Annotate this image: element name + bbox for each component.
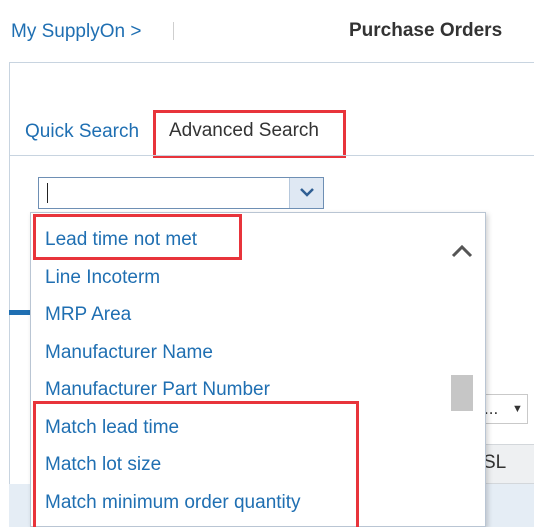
page-title: Purchase Orders (349, 20, 503, 41)
caret-down-icon: ▼ (512, 403, 523, 415)
chevron-down-icon (300, 188, 314, 197)
tab-divider (10, 155, 534, 156)
chevron-up-icon (451, 244, 473, 258)
text-caret (47, 183, 48, 203)
search-field-combobox[interactable] (38, 177, 324, 209)
tab-quick-search[interactable]: Quick Search (25, 121, 139, 143)
dropdown-item[interactable]: MRP Area (45, 304, 131, 326)
highlight-lead-time-not-met (33, 214, 242, 260)
dropdown-item[interactable]: Line Incoterm (45, 267, 160, 289)
page-size-value: ... (484, 399, 499, 418)
combobox-toggle-button[interactable] (289, 178, 323, 208)
highlight-match-items (33, 401, 359, 527)
scroll-up-button[interactable] (450, 243, 476, 267)
dropdown-item[interactable]: Manufacturer Part Number (45, 379, 270, 401)
breadcrumb-divider (173, 22, 174, 40)
page-size-select[interactable]: ... ▼ (481, 394, 528, 424)
top-bar: My SupplyOn > Purchase Orders (0, 0, 534, 62)
dropdown-item[interactable]: Manufacturer Name (45, 342, 213, 364)
highlight-advanced-search (153, 110, 346, 158)
breadcrumb-my-supplyon[interactable]: My SupplyOn > (11, 21, 141, 43)
scrollbar-thumb[interactable] (451, 375, 473, 411)
